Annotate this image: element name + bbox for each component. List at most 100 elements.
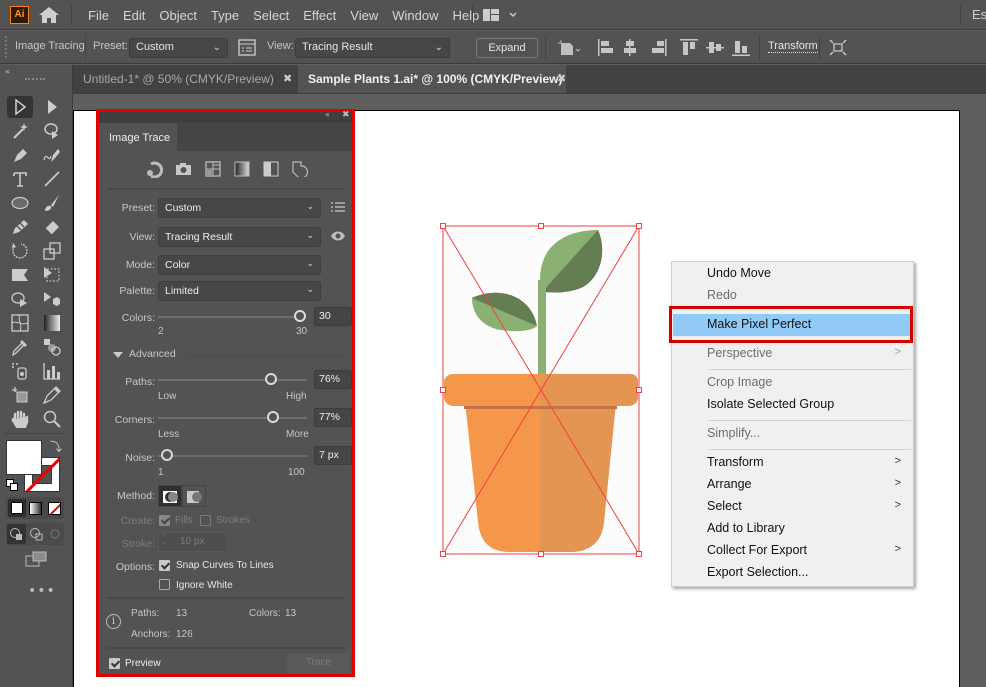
menu-item-collect-for-export[interactable]: Collect For Export > bbox=[673, 540, 913, 562]
ellipse-tool[interactable] bbox=[9, 192, 31, 214]
panel-header[interactable]: « ✖ bbox=[99, 110, 352, 123]
lasso-tool[interactable] bbox=[41, 120, 63, 142]
grip-handle[interactable] bbox=[25, 78, 45, 80]
menu-object[interactable]: Object bbox=[159, 8, 197, 23]
color-mode-button[interactable] bbox=[8, 499, 26, 517]
resize-handle-bottom-right[interactable] bbox=[636, 551, 642, 557]
ignore-white-checkbox[interactable] bbox=[159, 579, 170, 590]
hand-tool[interactable] bbox=[9, 408, 31, 430]
menu-view[interactable]: View bbox=[350, 8, 378, 23]
shaper-tool[interactable] bbox=[9, 216, 31, 238]
artboard-options-button[interactable] bbox=[557, 39, 583, 57]
align-left-button[interactable] bbox=[598, 39, 614, 56]
stepper-arrows-icon[interactable]: ˄ ˅ bbox=[162, 533, 166, 551]
snap-curves-checkbox[interactable] bbox=[159, 560, 170, 571]
auto-color-preset-button[interactable] bbox=[145, 160, 164, 179]
noise-slider-thumb[interactable] bbox=[160, 449, 173, 461]
grip-handle[interactable] bbox=[5, 36, 7, 58]
palette-dropdown[interactable]: Limited ⌄ bbox=[158, 281, 321, 301]
menu-item-add-to-library[interactable]: Add to Library bbox=[673, 518, 913, 540]
curvature-tool[interactable] bbox=[41, 144, 63, 166]
align-right-button[interactable] bbox=[651, 39, 667, 56]
menu-help[interactable]: Help bbox=[452, 8, 479, 23]
paths-slider-track[interactable] bbox=[158, 379, 307, 381]
swap-fill-stroke-icon[interactable]: ⤵ bbox=[50, 438, 62, 455]
free-transform-tool[interactable] bbox=[41, 264, 63, 286]
scale-tool[interactable] bbox=[41, 240, 63, 262]
resize-handle-top-right[interactable] bbox=[636, 223, 642, 229]
align-center-button[interactable] bbox=[622, 39, 638, 56]
menu-item-isolate-selected-group[interactable]: Isolate Selected Group bbox=[673, 394, 913, 416]
advanced-toggle[interactable]: Advanced bbox=[113, 348, 183, 362]
resize-handle-top-left[interactable] bbox=[440, 223, 446, 229]
menu-item-simplify[interactable]: Simplify... bbox=[673, 423, 913, 445]
resize-handle-bottom[interactable] bbox=[538, 551, 544, 557]
resize-handle-right[interactable] bbox=[636, 387, 642, 393]
manage-presets-button[interactable] bbox=[331, 201, 345, 213]
corners-slider-track[interactable] bbox=[158, 417, 307, 419]
trace-panel-button[interactable] bbox=[238, 39, 256, 56]
align-vertical-center-button[interactable] bbox=[706, 39, 724, 56]
selection-tool[interactable] bbox=[7, 96, 33, 118]
menu-item-crop-image[interactable]: Crop Image bbox=[673, 372, 913, 394]
draw-behind-button[interactable] bbox=[27, 524, 46, 544]
preset-dropdown[interactable]: Custom ⌄ bbox=[158, 198, 321, 218]
resize-handle-top[interactable] bbox=[538, 223, 544, 229]
expand-button[interactable]: Expand bbox=[476, 38, 538, 58]
edit-toolbar-button[interactable]: ••• bbox=[28, 583, 56, 599]
corners-slider-thumb[interactable] bbox=[266, 411, 279, 423]
width-tool[interactable] bbox=[9, 264, 31, 286]
paths-slider-thumb[interactable] bbox=[265, 373, 278, 385]
colors-value-field[interactable]: 30 bbox=[314, 307, 352, 326]
menu-item-redo[interactable]: Redo bbox=[673, 285, 913, 307]
default-fill-stroke-icon[interactable] bbox=[6, 479, 18, 491]
eraser-tool[interactable] bbox=[41, 216, 63, 238]
arrange-documents-button[interactable] bbox=[483, 8, 519, 22]
paths-value-field[interactable]: 76% bbox=[314, 370, 352, 389]
eyedropper-tool[interactable] bbox=[9, 336, 31, 358]
tab-image-trace[interactable]: Image Trace bbox=[99, 123, 177, 151]
fill-swatch[interactable] bbox=[6, 440, 42, 475]
traced-plant-artwork[interactable] bbox=[440, 222, 644, 558]
preset-dropdown[interactable]: Custom ⌄ bbox=[129, 38, 228, 58]
menu-file[interactable]: File bbox=[88, 8, 109, 23]
close-tab-sample-plants-icon[interactable]: ✖ bbox=[557, 65, 566, 93]
home-icon[interactable] bbox=[38, 6, 60, 24]
menu-type[interactable]: Type bbox=[211, 8, 239, 23]
menu-item-perspective[interactable]: Perspective > bbox=[673, 343, 913, 365]
low-color-preset-button[interactable] bbox=[205, 161, 221, 177]
column-graph-tool[interactable] bbox=[41, 360, 63, 382]
noise-value-field[interactable]: 7 px bbox=[314, 446, 352, 465]
resize-handle-bottom-left[interactable] bbox=[440, 551, 446, 557]
slice-tool[interactable] bbox=[41, 384, 63, 406]
colors-slider-thumb[interactable] bbox=[294, 310, 306, 322]
workspace-switcher[interactable]: Ess bbox=[972, 7, 986, 22]
mesh-tool[interactable] bbox=[9, 312, 31, 334]
collapse-panel-icon[interactable]: « bbox=[325, 110, 330, 119]
tab-sample-plants[interactable]: Sample Plants 1.ai* @ 100% (CMYK/Preview… bbox=[298, 65, 566, 93]
resize-handle-left[interactable] bbox=[440, 387, 446, 393]
menu-window[interactable]: Window bbox=[392, 8, 438, 23]
menu-select[interactable]: Select bbox=[253, 8, 289, 23]
collapse-icon[interactable]: « bbox=[5, 67, 10, 76]
outline-preset-button[interactable] bbox=[292, 161, 309, 179]
menu-item-select[interactable]: Select > bbox=[673, 496, 913, 518]
align-bottom-button[interactable] bbox=[732, 39, 750, 56]
high-color-preset-button[interactable] bbox=[175, 161, 193, 177]
preview-checkbox[interactable] bbox=[109, 658, 120, 669]
draw-inside-button[interactable] bbox=[46, 524, 65, 544]
close-panel-icon[interactable]: ✖ bbox=[342, 110, 350, 120]
black-white-preset-button[interactable] bbox=[263, 161, 279, 177]
stroke-stepper[interactable]: ˄ ˅ 10 px bbox=[158, 532, 228, 552]
paintbrush-tool[interactable] bbox=[41, 192, 63, 214]
colors-slider-track[interactable] bbox=[158, 316, 300, 318]
pen-tool[interactable] bbox=[9, 144, 31, 166]
line-segment-tool[interactable] bbox=[41, 168, 63, 190]
close-tab-untitled-icon[interactable]: ✖ bbox=[283, 65, 292, 93]
view-source-toggle[interactable] bbox=[330, 230, 346, 242]
grayscale-preset-button[interactable] bbox=[234, 161, 250, 177]
menu-item-arrange[interactable]: Arrange > bbox=[673, 474, 913, 496]
screen-mode-button[interactable] bbox=[25, 551, 47, 567]
strokes-checkbox[interactable] bbox=[200, 515, 211, 526]
none-mode-button[interactable] bbox=[48, 502, 61, 515]
